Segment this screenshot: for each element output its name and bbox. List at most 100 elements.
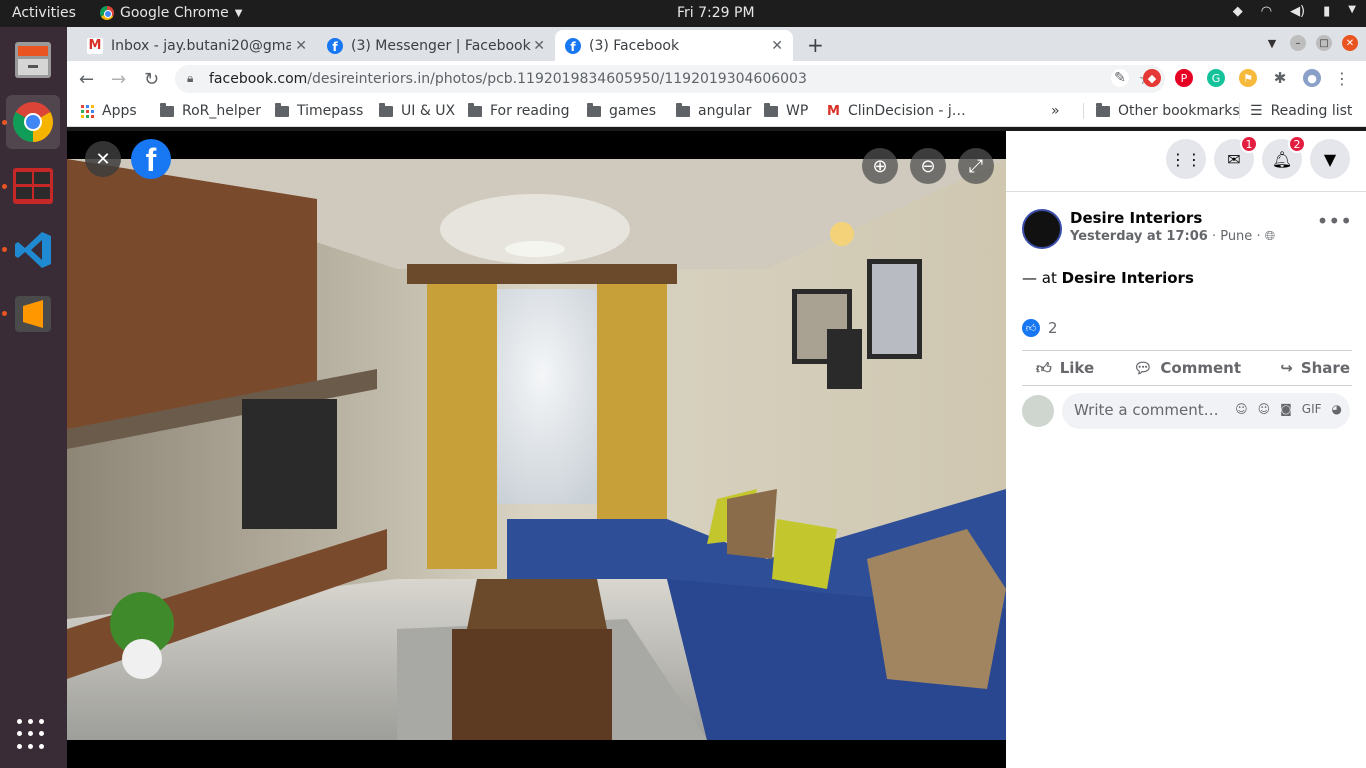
chrome-app[interactable] — [6, 95, 60, 149]
close-icon[interactable]: ✕ — [533, 38, 545, 54]
comment-label: Comment — [1160, 359, 1242, 377]
checkin-line: — at Desire Interiors — [1022, 269, 1194, 287]
eyedropper-icon[interactable]: ✎ — [1111, 69, 1129, 87]
bookmarks-overflow-button[interactable]: » — [1051, 103, 1060, 119]
bookmark-folder[interactable]: RoR_helper — [160, 102, 262, 119]
post-meta: Yesterday at 17:06 · Pune · 🌐︎ — [1070, 229, 1275, 244]
back-button[interactable]: ← — [79, 69, 94, 90]
tab-search-icon[interactable]: ▼ — [1264, 35, 1280, 51]
vscode-app[interactable] — [6, 223, 60, 277]
gif-icon[interactable]: GIF — [1302, 402, 1322, 416]
system-tray[interactable]: ◆ ◠ ◀) ▮ ▼ — [1233, 4, 1356, 19]
account-menu-button[interactable]: ▼ — [1310, 139, 1350, 179]
reaction-count: 2 — [1048, 319, 1058, 337]
clock[interactable]: Fri 7:29 PM — [677, 5, 755, 21]
comment-input[interactable]: Write a comment… ☺ ☺ ◙ GIF ◕ — [1062, 393, 1350, 429]
new-tab-button[interactable]: + — [807, 33, 824, 57]
pinterest-icon[interactable]: P — [1175, 69, 1193, 87]
bookmark-clindecision[interactable]: M ClinDecision - j… — [827, 103, 966, 119]
sublime-icon — [15, 296, 51, 332]
zoom-out-button[interactable]: ⊖ — [910, 148, 946, 184]
extension-icon[interactable]: ◆ — [1143, 69, 1161, 87]
notifications-button[interactable]: 🔔︎ 2 — [1262, 135, 1306, 179]
facebook-header: ⋮⋮ ✉ 1 🔔︎ 2 ▼ — [1006, 131, 1366, 192]
bookmark-folder[interactable]: WP — [764, 102, 809, 119]
facebook-icon: f — [327, 37, 343, 54]
chevron-down-icon[interactable]: ▼ — [1348, 4, 1356, 19]
terminal-app[interactable] — [6, 159, 60, 213]
tab-gmail[interactable]: M Inbox - jay.butani20@gma ✕ — [77, 30, 317, 61]
maximize-button[interactable]: □ — [1316, 35, 1332, 51]
share-button[interactable]: ↪ Share — [1280, 359, 1350, 377]
facebook-logo[interactable]: f — [131, 139, 171, 179]
reload-button[interactable]: ↻ — [144, 69, 159, 90]
emoji-icon[interactable]: ☺ — [1258, 402, 1271, 416]
post-photo[interactable] — [67, 159, 1006, 740]
show-applications-button[interactable] — [17, 719, 49, 751]
forward-button[interactable]: → — [111, 69, 126, 90]
checkin-place[interactable]: Desire Interiors — [1062, 269, 1194, 287]
sticker-icon[interactable]: ◕ — [1332, 402, 1342, 416]
reading-list-button[interactable]: ☰ Reading list — [1239, 103, 1352, 119]
bell-icon: 🔔︎ — [1271, 149, 1293, 169]
bookmark-folder[interactable]: UI & UX — [379, 102, 455, 119]
bookmark-folder[interactable]: For reading — [468, 102, 570, 119]
close-viewer-button[interactable]: ✕ — [85, 141, 121, 177]
user-avatar[interactable] — [1022, 395, 1054, 427]
close-icon[interactable]: ✕ — [771, 38, 783, 54]
wifi-icon[interactable]: ◠ — [1261, 4, 1272, 19]
battery-icon[interactable]: ▮ — [1323, 4, 1330, 19]
reactions-summary[interactable]: 👍︎ 2 — [1022, 319, 1058, 337]
tab-messenger[interactable]: f (3) Messenger | Facebook ✕ — [317, 30, 555, 61]
menu-grid-button[interactable]: ⋮⋮ — [1166, 139, 1206, 179]
files-app[interactable] — [6, 33, 60, 87]
minimize-button[interactable]: – — [1290, 35, 1306, 51]
close-icon[interactable]: ✕ — [295, 38, 307, 54]
separator: · — [1211, 229, 1221, 244]
more-options-icon[interactable]: ••• — [1317, 209, 1352, 233]
bookmark-label: RoR_helper — [182, 103, 262, 119]
fullscreen-button[interactable]: ⤢ — [958, 148, 994, 184]
post-time[interactable]: Yesterday at 17:06 — [1070, 229, 1208, 244]
bookmark-label: angular — [698, 103, 752, 119]
sublime-app[interactable] — [6, 287, 60, 341]
volume-icon[interactable]: ◀) — [1290, 4, 1305, 19]
comment-button[interactable]: 💬︎ Comment — [1133, 359, 1241, 377]
comment-composer: Write a comment… ☺ ☺ ◙ GIF ◕ — [1022, 393, 1352, 429]
gmail-icon: M — [827, 103, 840, 119]
folder-icon — [676, 102, 690, 117]
bookmark-folder[interactable]: Timepass — [275, 102, 363, 119]
bookmark-folder[interactable]: angular — [676, 102, 752, 119]
dropbox-icon[interactable]: ◆ — [1233, 4, 1243, 19]
bookmark-apps[interactable]: Apps — [81, 103, 137, 119]
address-bar[interactable]: 🔒︎ facebook.com/desireinteriors.in/photo… — [175, 65, 1165, 93]
folder-icon — [587, 102, 601, 117]
post-actions: 👍︎ Like 💬︎ Comment ↪ Share — [1022, 350, 1352, 386]
bookmark-other[interactable]: Other bookmarks — [1083, 102, 1240, 119]
page-avatar[interactable] — [1022, 209, 1062, 249]
zoom-in-button[interactable]: ⊕ — [862, 148, 898, 184]
messenger-button[interactable]: ✉ 1 — [1214, 135, 1258, 179]
tab-facebook[interactable]: f (3) Facebook ✕ — [555, 30, 793, 61]
post-location[interactable]: Pune — [1220, 229, 1252, 244]
profile-avatar[interactable]: ● — [1303, 69, 1321, 87]
folder-icon — [160, 102, 174, 117]
extension-icon[interactable]: ⚑ — [1239, 69, 1257, 87]
system-top-bar: Activities Google Chrome ▼ Fri 7:29 PM ◆… — [0, 0, 1366, 27]
app-menu[interactable]: Google Chrome ▼ — [100, 5, 242, 21]
grammarly-icon[interactable]: G — [1207, 69, 1225, 87]
like-button[interactable]: 👍︎ Like — [1036, 359, 1094, 378]
living-room-image — [67, 159, 1006, 740]
avatar-sticker-icon[interactable]: ☺ — [1235, 402, 1248, 416]
bookmark-folder[interactable]: games — [587, 102, 656, 119]
lock-icon[interactable]: 🔒︎ — [187, 71, 193, 86]
camera-icon[interactable]: ◙ — [1280, 402, 1292, 416]
close-window-button[interactable]: ✕ — [1342, 35, 1358, 51]
url-text[interactable]: facebook.com/desireinteriors.in/photos/p… — [209, 71, 807, 87]
share-label: Share — [1300, 359, 1350, 377]
more-menu-icon[interactable]: ⋮ — [1333, 69, 1351, 88]
puzzle-icon[interactable]: ✱ — [1271, 69, 1289, 87]
bookmark-label: WP — [786, 103, 809, 119]
activities-button[interactable]: Activities — [12, 5, 76, 21]
post-author[interactable]: Desire Interiors — [1070, 209, 1202, 227]
